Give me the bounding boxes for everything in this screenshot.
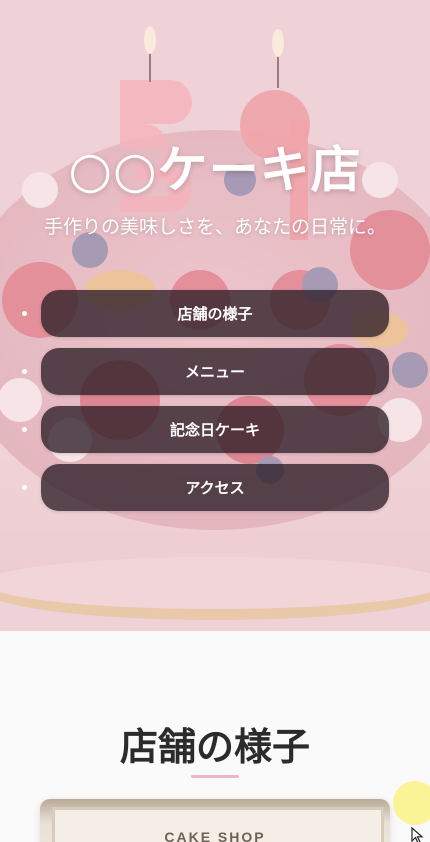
section-title: 店舗の様子 bbox=[119, 724, 310, 769]
nav-button-access[interactable]: アクセス bbox=[41, 464, 389, 511]
store-photo: CAKE SHOP bbox=[40, 799, 390, 842]
bullet-icon bbox=[22, 427, 27, 432]
main-nav: 店舗の様子 メニュー 記念日ケーキ アクセス bbox=[0, 290, 430, 522]
hero-section: ○○ケーキ店 手作りの美味しさを、あなたの日常に。 店舗の様子 メニュー 記念日… bbox=[0, 0, 430, 631]
nav-button-anniversary[interactable]: 記念日ケーキ bbox=[41, 406, 389, 453]
store-section: 店舗の様子 CAKE SHOP bbox=[0, 631, 430, 842]
bullet-icon bbox=[22, 311, 27, 316]
bullet-icon bbox=[22, 485, 27, 490]
nav-item-store: 店舗の様子 bbox=[0, 290, 430, 348]
cursor-icon bbox=[411, 827, 424, 842]
store-sign-text: CAKE SHOP bbox=[164, 829, 266, 842]
title-underline bbox=[191, 775, 239, 778]
cursor-highlight bbox=[393, 781, 430, 825]
bullet-icon bbox=[22, 369, 27, 374]
nav-item-access: アクセス bbox=[0, 464, 430, 522]
nav-item-anniversary: 記念日ケーキ bbox=[0, 406, 430, 464]
nav-item-menu: メニュー bbox=[0, 348, 430, 406]
page: ○○ケーキ店 手作りの美味しさを、あなたの日常に。 店舗の様子 メニュー 記念日… bbox=[0, 0, 430, 842]
hero-tagline: 手作りの美味しさを、あなたの日常に。 bbox=[43, 216, 386, 238]
site-title: ○○ケーキ店 bbox=[68, 140, 362, 199]
nav-button-menu[interactable]: メニュー bbox=[41, 348, 389, 395]
nav-button-store[interactable]: 店舗の様子 bbox=[41, 290, 389, 337]
